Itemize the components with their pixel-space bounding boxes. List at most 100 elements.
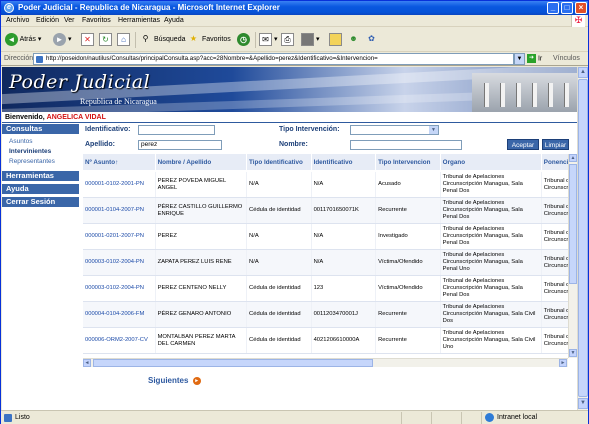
table-row[interactable]: 000003-0102-2004-PN PEREZ CENTENO NELLY Cé…	[83, 275, 568, 302]
address-label: Dirección	[4, 55, 34, 62]
sidebar-item-intervinientes[interactable]: Intervinientes	[9, 148, 51, 155]
sidebar-cerrar-sesion[interactable]: Cerrar Sesión	[2, 197, 79, 207]
results-table: Nº Asunto↑ Nombre / Apellido Tipo Identi…	[83, 154, 568, 354]
asunto-link[interactable]: 000003-0102-2004-PN	[83, 275, 156, 302]
tipo-intervencion-select[interactable]: ▼	[350, 125, 439, 135]
column-header-numero-asunto[interactable]: Nº Asunto↑	[83, 154, 156, 172]
status-bar: Listo Intranet local	[1, 410, 588, 424]
table-cell: PEREZ CENTENO NELLY	[155, 275, 248, 302]
stop-button[interactable]: ✕	[81, 32, 94, 48]
table-cell: Tribunal de Apelaciones Circunscripción …	[440, 171, 542, 198]
table-cell: N/A	[311, 249, 377, 276]
links-toolbar[interactable]: Vínculos	[553, 55, 580, 62]
column-header-ponencia[interactable]: Ponencia	[541, 154, 568, 172]
sidebar-item-representantes[interactable]: Representantes	[9, 158, 55, 165]
table-cell: Cédula de identidad	[246, 197, 312, 224]
scroll-thumb[interactable]	[93, 359, 373, 367]
grid-vertical-scrollbar[interactable]: ▲ ▼	[568, 154, 577, 358]
menu-herramientas[interactable]: Herramientas	[118, 17, 160, 24]
status-panel	[461, 412, 462, 424]
address-input[interactable]: http://poseidon/nautilus/Consultas/princ…	[33, 53, 514, 65]
edit-button[interactable]: ▾	[301, 32, 319, 48]
apellido-input[interactable]: perez	[138, 140, 222, 150]
sidebar-section-consultas[interactable]: Consultas	[2, 124, 79, 134]
table-row[interactable]: 000004-0104-2006-FM PÉREZ GENARO ANTONIO C…	[83, 301, 568, 328]
column-header-organo[interactable]: Organo	[440, 154, 542, 172]
nombre-input[interactable]	[350, 140, 462, 150]
sidebar-item-asuntos[interactable]: Asuntos	[9, 138, 33, 145]
messenger-button[interactable]: ☻	[347, 32, 360, 48]
sidebar: Consultas Asuntos Intervinientes Represe…	[2, 124, 79, 410]
table-row[interactable]: 000006-ORM2-2007-CV MONTALBAN PEREZ MARTA…	[83, 327, 568, 354]
search-button[interactable]: ⚲ Búsqueda	[139, 32, 186, 48]
limpiar-button[interactable]: Limpiar	[542, 139, 569, 150]
history-button[interactable]: ◷	[237, 32, 250, 48]
column-header-identificativo[interactable]: Identificativo	[311, 154, 377, 172]
star-icon: ★	[189, 33, 198, 43]
scroll-up-button[interactable]: ▲	[569, 154, 577, 162]
history-icon: ◷	[237, 32, 250, 46]
discuss-button[interactable]	[329, 32, 342, 48]
favorites-button[interactable]: ★ Favoritos	[187, 32, 231, 48]
table-cell: N/A	[311, 223, 377, 250]
table-row[interactable]: 000001-0102-2001-PN PEREZ POVEDA MIGUEL A…	[83, 171, 568, 198]
table-row[interactable]: 000001-0104-2007-PN PÉREZ CASTILLO GUILLE…	[83, 197, 568, 224]
sidebar-section-herramientas[interactable]: Herramientas	[2, 171, 79, 181]
asunto-link[interactable]: 000001-0102-2001-PN	[83, 171, 156, 198]
asunto-link[interactable]: 000006-ORM2-2007-CV	[83, 327, 156, 354]
table-cell: Tribunal de Apelaciones Civil Uno, Circu…	[541, 327, 568, 354]
scroll-thumb[interactable]	[569, 164, 577, 284]
browser-vertical-scrollbar[interactable]: ▲ ▼	[577, 67, 588, 410]
welcome-bar: Bienvenido, ANGELICA VIDAL	[2, 112, 577, 123]
asunto-link[interactable]: 000004-0104-2006-FM	[83, 301, 156, 328]
home-button[interactable]: ⌂	[117, 32, 130, 48]
maximize-button[interactable]: □	[561, 2, 573, 14]
menu-archivo[interactable]: Archivo	[6, 17, 29, 24]
table-cell: Acusado	[375, 171, 441, 198]
status-text: Listo	[15, 414, 30, 421]
table-row[interactable]: 000003-0102-2004-PN ZAPATA PEREZ LUIS REN…	[83, 249, 568, 276]
scroll-left-button[interactable]: ◄	[83, 359, 91, 367]
asunto-link[interactable]: 000001-0201-2007-PN	[83, 223, 156, 250]
title-bar[interactable]: e Poder Judicial - Republica de Nicaragu…	[1, 1, 588, 15]
menu-favoritos[interactable]: Favoritos	[82, 17, 111, 24]
search-icon: ⚲	[142, 33, 149, 43]
scroll-thumb[interactable]	[578, 79, 588, 397]
close-button[interactable]: ×	[575, 2, 587, 14]
scroll-down-button[interactable]: ▼	[578, 398, 588, 409]
table-header-row: Nº Asunto↑ Nombre / Apellido Tipo Identi…	[83, 154, 568, 172]
print-button[interactable]: ⎙	[281, 32, 294, 48]
next-page-link[interactable]: Siguientes ►	[148, 376, 201, 385]
go-button[interactable]: ➜ Ir	[527, 54, 542, 63]
sidebar-section-ayuda[interactable]: Ayuda	[2, 184, 79, 194]
address-dropdown-button[interactable]: ▼	[514, 53, 525, 65]
ie-icon: e	[4, 3, 14, 13]
table-cell: Tribunal de Apelaciones Penal Dos, Circu…	[541, 275, 568, 302]
table-cell: Cédula de identidad	[246, 301, 312, 328]
table-cell: N/A	[246, 223, 312, 250]
mail-button[interactable]: ✉ ▾	[259, 32, 277, 48]
identificativo-input[interactable]	[138, 125, 215, 135]
menu-ver[interactable]: Ver	[64, 17, 75, 24]
refresh-button[interactable]: ↻	[99, 32, 112, 48]
minimize-button[interactable]: _	[547, 2, 559, 14]
nombre-label: Nombre:	[279, 141, 308, 148]
asunto-link[interactable]: 000003-0102-2004-PN	[83, 249, 156, 276]
back-button[interactable]: ◄ Atrás ▾	[5, 32, 41, 48]
menu-ayuda[interactable]: Ayuda	[164, 17, 184, 24]
aceptar-button[interactable]: Aceptar	[507, 139, 539, 150]
column-header-tipo-intervencion[interactable]: Tipo Intervencion	[375, 154, 441, 172]
table-cell: Recurrente	[375, 301, 441, 328]
scroll-down-button[interactable]: ▼	[569, 349, 577, 357]
asunto-link[interactable]: 000001-0104-2007-PN	[83, 197, 156, 224]
grid-horizontal-scrollbar[interactable]: ◄ ►	[83, 358, 568, 367]
table-row[interactable]: 000001-0201-2007-PN PEREZ N/A N/A Investigad…	[83, 223, 568, 250]
forward-button[interactable]: ► ▾	[53, 32, 71, 48]
research-button[interactable]: ✿	[365, 32, 378, 48]
table-cell: Tribunal de Apelaciones Circunscripción …	[440, 301, 542, 328]
scroll-up-button[interactable]: ▲	[578, 67, 588, 78]
column-header-nombre[interactable]: Nombre / Apellido	[155, 154, 248, 172]
scroll-right-button[interactable]: ►	[559, 359, 567, 367]
column-header-tipo-identificativo[interactable]: Tipo Identificativo	[246, 154, 312, 172]
menu-edicion[interactable]: Edición	[36, 17, 59, 24]
